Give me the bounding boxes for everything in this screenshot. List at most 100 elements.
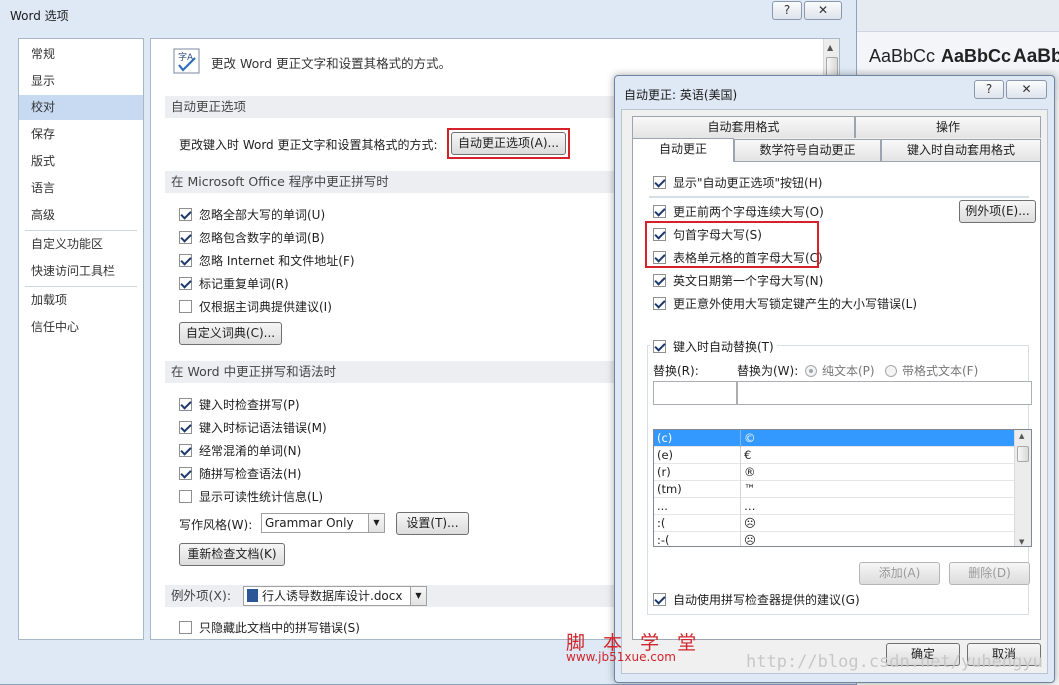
radio-label: 纯文本(P)	[822, 364, 875, 378]
autocorrect-dialog: 自动更正: 英语(美国) ? ✕ 自动套用格式 操作 自动更正 数学符号自动更正…	[614, 75, 1055, 683]
highlight-box	[645, 221, 819, 268]
scroll-up-icon[interactable]: ▲	[1019, 432, 1024, 440]
replace-label: 替换(R):	[653, 364, 699, 378]
option-confused-words[interactable]: 经常混淆的单词(N)	[179, 442, 301, 459]
option-check-spelling[interactable]: 键入时检查拼写(P)	[179, 396, 300, 413]
style-no-spacing[interactable]: AaBbCc	[941, 46, 1011, 67]
checkbox[interactable]	[653, 297, 666, 310]
option-replace-as-you-type[interactable]: 键入时自动替换(T)	[650, 338, 777, 355]
list-item[interactable]: (r) ®	[654, 464, 1014, 481]
option-grammar-with-spelling[interactable]: 随拼写检查语法(H)	[179, 465, 301, 482]
checkbox[interactable]	[653, 176, 666, 189]
nav-item-proofing[interactable]: 校对	[19, 95, 143, 120]
list-item[interactable]: (c) ©	[654, 430, 1014, 447]
nav-item-quick-access[interactable]: 快速访问工具栏	[19, 259, 143, 284]
checkbox[interactable]	[179, 490, 192, 503]
nav-item-display[interactable]: 显示	[19, 69, 143, 94]
checkbox[interactable]	[653, 340, 666, 353]
entry-from: (e)	[657, 448, 674, 462]
close-button[interactable]: ✕	[804, 1, 842, 20]
grammar-settings-button[interactable]: 设置(T)...	[396, 512, 469, 535]
checkbox[interactable]	[179, 398, 192, 411]
option-capitalize-days[interactable]: 英文日期第一个字母大写(N)	[653, 272, 823, 289]
radio-plain-text[interactable]: 纯文本(P)	[805, 362, 875, 379]
scroll-down-icon[interactable]: ▼	[1019, 538, 1024, 546]
checkbox[interactable]	[179, 231, 192, 244]
dialog-close-button[interactable]: ✕	[1006, 80, 1047, 99]
option-flag-repeated[interactable]: 标记重复单词(R)	[179, 275, 289, 292]
checkbox[interactable]	[653, 274, 666, 287]
chevron-down-icon[interactable]: ▼	[368, 514, 384, 532]
tab-autocorrect[interactable]: 自动更正	[632, 138, 734, 162]
option-label: 忽略包含数字的单词(B)	[199, 231, 325, 245]
nav-item-advanced[interactable]: 高级	[19, 203, 143, 228]
entry-from: :-(	[657, 533, 670, 547]
radio[interactable]	[885, 365, 897, 377]
recheck-document-button[interactable]: 重新检查文档(K)	[179, 543, 285, 566]
dialog-help-button[interactable]: ?	[974, 80, 1004, 99]
word-doc-icon	[247, 589, 258, 602]
radio-formatted-text[interactable]: 带格式文本(F)	[885, 362, 978, 379]
scroll-up-icon[interactable]: ▲	[827, 43, 833, 52]
option-caps-lock[interactable]: 更正意外使用大写锁定键产生的大小写错误(L)	[653, 295, 917, 312]
checkbox[interactable]	[179, 621, 192, 634]
option-label: 忽略全部大写的单词(U)	[199, 208, 326, 222]
nav-item-language[interactable]: 语言	[19, 176, 143, 201]
option-two-initial-caps[interactable]: 更正前两个字母连续大写(O)	[653, 203, 824, 220]
checkbox[interactable]	[179, 254, 192, 267]
nav-item-layout[interactable]: 版式	[19, 149, 143, 174]
exceptions-button[interactable]: 例外项(E)...	[959, 200, 1036, 223]
tab-math-autocorrect[interactable]: 数学符号自动更正	[734, 139, 881, 161]
scroll-thumb[interactable]	[1017, 446, 1029, 462]
option-ignore-internet[interactable]: 忽略 Internet 和文件地址(F)	[179, 252, 355, 269]
list-scrollbar[interactable]: ▲ ▼	[1014, 430, 1031, 546]
checkbox[interactable]	[179, 208, 192, 221]
list-item[interactable]: :-(☹	[654, 532, 1014, 547]
replace-with-input[interactable]	[737, 381, 1032, 405]
list-item[interactable]: :(☹	[654, 515, 1014, 532]
list-item[interactable]: ...…	[654, 498, 1014, 515]
nav-item-addins[interactable]: 加载项	[19, 288, 143, 313]
replace-input[interactable]	[653, 381, 737, 405]
delete-button[interactable]: 删除(D)	[949, 562, 1030, 585]
checkbox[interactable]	[653, 593, 666, 606]
option-label: 忽略 Internet 和文件地址(F)	[199, 254, 355, 268]
proofing-header-text: 更改 Word 更正文字和设置其格式的方式。	[211, 56, 452, 71]
nav-item-trust-center[interactable]: 信任中心	[19, 315, 143, 340]
checkbox[interactable]	[179, 444, 192, 457]
option-ignore-uppercase[interactable]: 忽略全部大写的单词(U)	[179, 206, 325, 223]
checkbox[interactable]	[653, 205, 666, 218]
option-hide-spelling-errors[interactable]: 只隐藏此文档中的拼写错误(S)	[179, 619, 360, 636]
tab-actions[interactable]: 操作	[855, 116, 1041, 138]
nav-item-general[interactable]: 常规	[19, 42, 143, 67]
checkbox[interactable]	[179, 277, 192, 290]
nav-item-save[interactable]: 保存	[19, 122, 143, 147]
list-item[interactable]: (e) €	[654, 447, 1014, 464]
tab-autoformat-as-you-type[interactable]: 键入时自动套用格式	[881, 139, 1041, 161]
help-button[interactable]: ?	[772, 1, 802, 20]
writing-style-select[interactable]: Grammar Only ▼	[261, 513, 385, 533]
checkbox[interactable]	[179, 300, 192, 313]
option-label: 标记重复单词(R)	[199, 277, 289, 291]
option-main-dict-only[interactable]: 仅根据主词典提供建议(I)	[179, 298, 332, 315]
checkbox[interactable]	[179, 421, 192, 434]
option-show-autocorrect-button[interactable]: 显示"自动更正选项"按钮(H)	[653, 174, 822, 191]
add-button[interactable]: 添加(A)	[859, 562, 940, 585]
option-mark-grammar[interactable]: 键入时标记语法错误(M)	[179, 419, 327, 436]
replacement-list[interactable]: (c) © (e) € (r) ® (tm) ™ ... … :(☹ :-(☹ ▲ ▼	[653, 429, 1032, 547]
style-normal[interactable]: AaBbCc	[869, 46, 935, 67]
exceptions-file-select[interactable]: 行人诱导数据库设计.docx ▼	[243, 586, 427, 606]
tab-autoformat[interactable]: 自动套用格式	[632, 116, 855, 138]
chevron-down-icon[interactable]: ▼	[410, 587, 426, 605]
checkbox[interactable]	[179, 467, 192, 480]
option-ignore-numbers[interactable]: 忽略包含数字的单词(B)	[179, 229, 325, 246]
list-item[interactable]: (tm) ™	[654, 481, 1014, 498]
style-heading[interactable]: AaBbC	[1013, 46, 1059, 68]
watermark-site-url: www.jb51xue.com	[566, 650, 676, 664]
section-office-spelling-title: 在 Microsoft Office 程序中更正拼写时	[165, 171, 635, 193]
custom-dictionaries-button[interactable]: 自定义词典(C)...	[179, 322, 282, 345]
option-readability-stats[interactable]: 显示可读性统计信息(L)	[179, 488, 323, 505]
nav-item-customize-ribbon[interactable]: 自定义功能区	[19, 232, 143, 257]
option-auto-suggest[interactable]: 自动使用拼写检查器提供的建议(G)	[653, 591, 860, 608]
radio[interactable]	[805, 365, 817, 377]
